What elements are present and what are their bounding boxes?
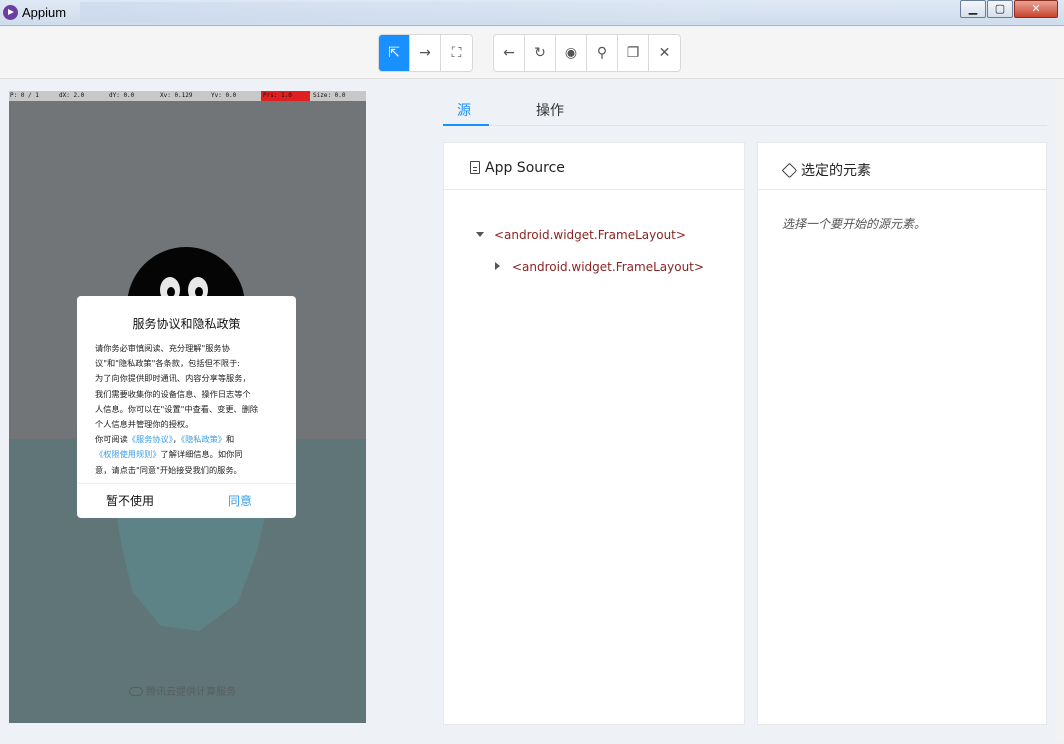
dialog-line: 意，请点击"同意"开始接受我们的服务。 bbox=[95, 464, 242, 475]
dialog-line: 你可阅读《服务协议》，《隐私政策》和 bbox=[95, 432, 281, 447]
decline-button[interactable]: 暂不使用 bbox=[106, 492, 154, 509]
dialog-line: 议"和"隐私政策"各条款，包括但不限于: bbox=[95, 358, 241, 369]
quit-session-button[interactable]: ✕ bbox=[649, 35, 680, 71]
close-window-icon: ✕ bbox=[1031, 2, 1041, 15]
tree-node-label[interactable]: <android.widget.FrameLayout> bbox=[494, 228, 686, 242]
app-source-title: App Source bbox=[485, 160, 565, 176]
privacy-policy-link[interactable]: 《隐私政策》 bbox=[181, 434, 226, 444]
dialog-line: 个人信息并管理你的授权。 bbox=[95, 419, 194, 430]
privacy-dialog: 服务协议和隐私政策 请你务必审慎阅读、充分理解"服务协 议"和"隐私政策"各条款… bbox=[77, 296, 296, 518]
dialog-line: 《权限使用规则》了解详细信息。如你同 bbox=[95, 447, 281, 462]
dialog-line: 请你务必审慎阅读、充分理解"服务协 bbox=[95, 343, 230, 353]
pointer-xv: Xv: 0.129 bbox=[160, 92, 193, 99]
dialog-text: 你可阅读 bbox=[95, 434, 128, 445]
inspector-tabs: 源 操作 bbox=[443, 96, 1047, 126]
pointer-yv: Yv: 0.0 bbox=[211, 92, 237, 99]
device-screenshot[interactable]: P: 0 / 1 dX: 2.0 dY: 0.0 Xv: 0.129 Yv: 0… bbox=[9, 91, 366, 723]
dialog-line: 我们需要收集你的设备信息、操作日志等个 bbox=[95, 388, 251, 399]
action-button-group: ← ↻ ◉ ⚲ ❐ ✕ bbox=[493, 34, 681, 72]
app-source-header: App Source bbox=[444, 143, 744, 190]
toggle-attributes-button[interactable]: ◉ bbox=[556, 35, 587, 71]
dialog-divider bbox=[77, 483, 296, 484]
background-window-blur bbox=[80, 2, 720, 22]
minimize-icon: ▁ bbox=[968, 2, 978, 15]
selected-element-placeholder: 选择一个要开始的源元素。 bbox=[782, 217, 927, 231]
dialog-text: 和 bbox=[226, 434, 235, 445]
provider-footer: 腾讯云提供计算服务 bbox=[129, 683, 236, 698]
active-tab-indicator bbox=[443, 124, 489, 126]
pointer-dy: dY: 0.0 bbox=[109, 92, 135, 99]
service-agreement-link[interactable]: 《服务协议》 bbox=[128, 434, 173, 444]
swipe-icon: → bbox=[419, 45, 431, 61]
caret-right-icon[interactable] bbox=[495, 262, 500, 270]
tap-by-coordinates-button[interactable]: ⛶ bbox=[441, 35, 472, 71]
maximize-button[interactable]: ▢ bbox=[987, 0, 1013, 18]
copy-xml-button[interactable]: ❐ bbox=[618, 35, 649, 71]
dialog-title: 服务协议和隐私政策 bbox=[132, 317, 241, 331]
search-elements-button[interactable]: ⚲ bbox=[587, 35, 618, 71]
select-elements-button[interactable]: ⇱ bbox=[379, 35, 410, 71]
pointer-location-bar: P: 0 / 1 dX: 2.0 dY: 0.0 Xv: 0.129 Yv: 0… bbox=[9, 91, 366, 101]
tree-node-child[interactable]: <android.widget.FrameLayout> bbox=[495, 260, 704, 274]
mode-button-group: ⇱ → ⛶ bbox=[378, 34, 473, 72]
eye-icon: ◉ bbox=[564, 45, 578, 61]
screenshot-panel: P: 0 / 1 dX: 2.0 dY: 0.0 Xv: 0.129 Yv: 0… bbox=[0, 80, 370, 742]
swipe-by-coordinates-button[interactable]: → bbox=[410, 35, 441, 71]
app-source-title-wrap: App Source bbox=[470, 160, 565, 176]
window-controls: ▁ ▢ ✕ bbox=[959, 0, 1058, 20]
tree-node-label[interactable]: <android.widget.FrameLayout> bbox=[512, 260, 704, 274]
dialog-line: 人信息。你可以在"设置"中查看、变更、删除 bbox=[95, 403, 259, 414]
dialog-body: 请你务必审慎阅读、充分理解"服务协 议"和"隐私政策"各条款，包括但不限于: 为… bbox=[95, 341, 281, 478]
tree-node-root[interactable]: <android.widget.FrameLayout> bbox=[476, 228, 686, 242]
pointer-size: Size: 0.0 bbox=[313, 92, 346, 99]
tab-actions[interactable]: 操作 bbox=[536, 100, 564, 120]
copy-icon: ❐ bbox=[626, 45, 640, 61]
dialog-text: ， bbox=[172, 434, 181, 445]
app-source-panel: App Source <android.widget.FrameLayout> … bbox=[443, 142, 745, 725]
accept-button[interactable]: 同意 bbox=[228, 492, 252, 509]
window-scrollbar[interactable] bbox=[1056, 80, 1064, 742]
selected-element-panel: 选定的元素 选择一个要开始的源元素。 bbox=[757, 142, 1047, 725]
back-icon: ← bbox=[503, 45, 515, 61]
cloud-icon bbox=[129, 687, 143, 696]
refresh-button[interactable]: ↻ bbox=[525, 35, 556, 71]
selected-element-title-wrap: 选定的元素 bbox=[781, 160, 871, 180]
inspector-toolbar: ⇱ → ⛶ ← ↻ ◉ ⚲ ❐ ✕ bbox=[0, 27, 1064, 79]
tag-icon bbox=[781, 162, 798, 179]
appium-logo-icon bbox=[3, 5, 18, 20]
select-element-icon: ⇱ bbox=[388, 45, 400, 61]
close-icon: ✕ bbox=[658, 45, 671, 61]
provider-footer-text: 腾讯云提供计算服务 bbox=[146, 687, 236, 698]
selected-element-title: 选定的元素 bbox=[801, 163, 871, 179]
dialog-line: 为了向你提供即时通讯、内容分享等服务， bbox=[95, 373, 251, 384]
file-text-icon bbox=[470, 161, 480, 174]
pointer-count: P: 0 / 1 bbox=[10, 92, 39, 99]
selected-element-header: 选定的元素 bbox=[758, 143, 1046, 190]
tab-source[interactable]: 源 bbox=[457, 100, 471, 120]
maximize-icon: ▢ bbox=[994, 2, 1006, 15]
permission-rules-link[interactable]: 《权限使用规则》 bbox=[95, 449, 161, 459]
dialog-text: 了解详细信息。如你同 bbox=[160, 449, 243, 460]
pointer-dx: dX: 2.0 bbox=[59, 92, 85, 99]
pointer-pressure: Prs: 1.0 bbox=[261, 91, 310, 101]
close-window-button[interactable]: ✕ bbox=[1014, 0, 1058, 18]
tap-coordinates-icon: ⛶ bbox=[451, 45, 462, 61]
back-button[interactable]: ← bbox=[494, 35, 525, 71]
window-title: Appium bbox=[22, 5, 67, 20]
refresh-icon: ↻ bbox=[534, 45, 546, 61]
window-titlebar: Appium ▁ ▢ ✕ bbox=[0, 0, 1064, 26]
search-icon: ⚲ bbox=[596, 45, 608, 61]
minimize-button[interactable]: ▁ bbox=[960, 0, 986, 18]
caret-down-icon[interactable] bbox=[476, 232, 484, 237]
